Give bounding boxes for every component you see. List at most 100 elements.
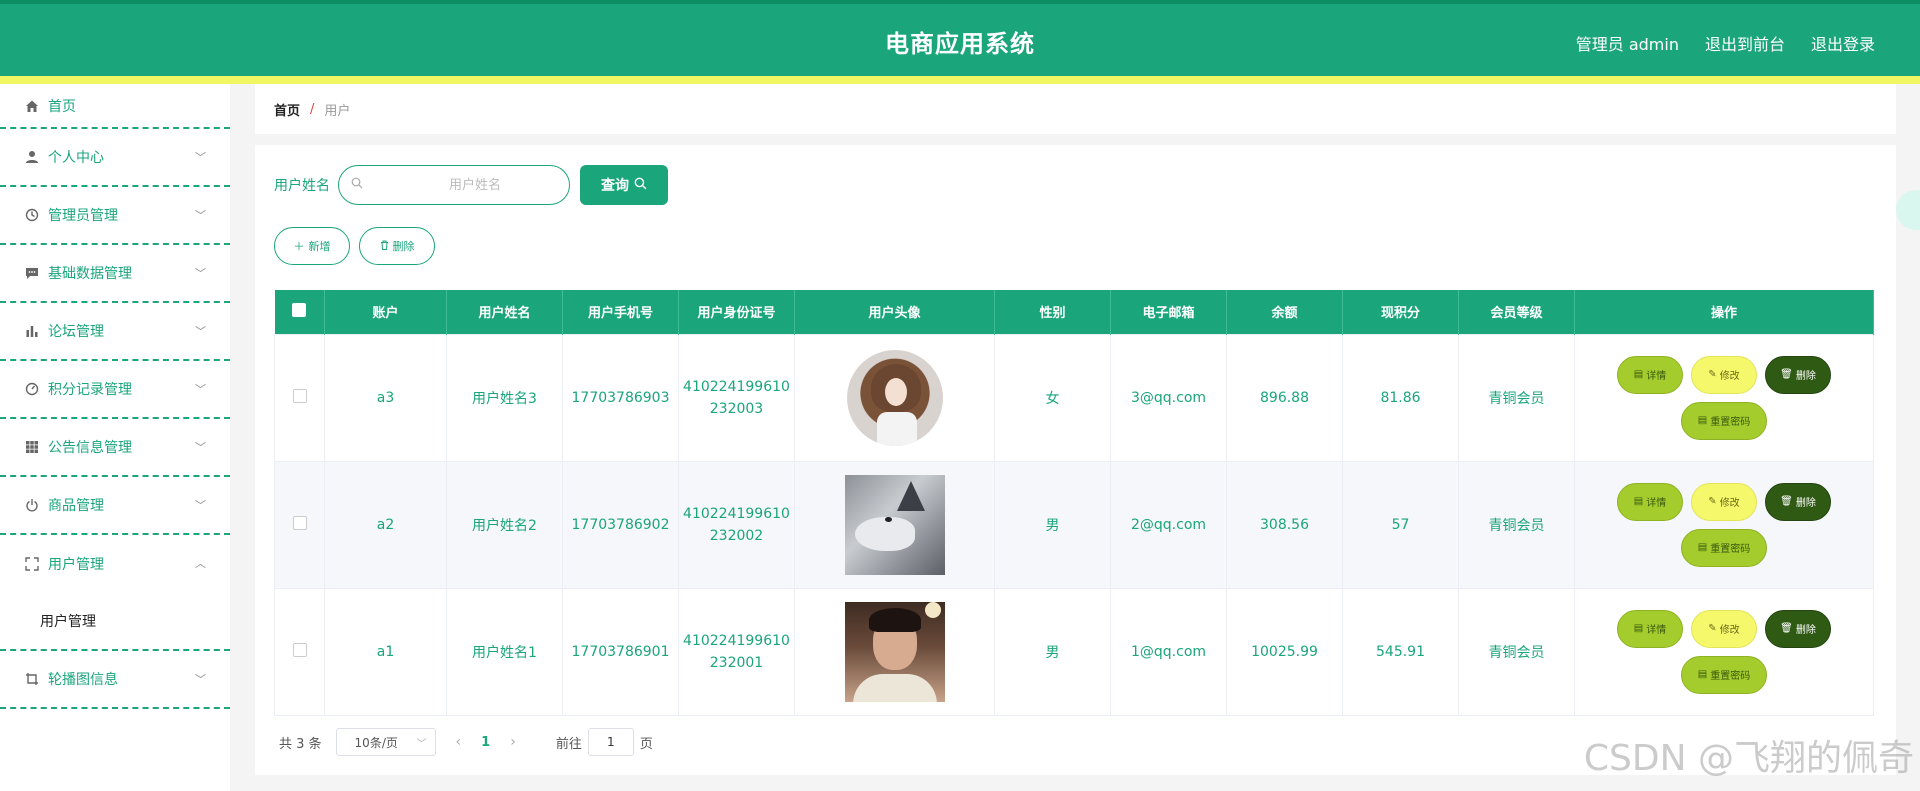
col-header: 会员等级 [1458, 290, 1575, 334]
search-icon [351, 177, 363, 193]
to-front-link[interactable]: 退出到前台 [1705, 31, 1785, 55]
id-line-1: 410224199610 [683, 632, 790, 649]
table-row: a1 用户姓名1 17703786901 410224199610 232001 … [274, 587, 1874, 716]
edit-button-label: 修改 [1719, 625, 1740, 636]
next-page-button[interactable]: › [510, 734, 516, 750]
cell-id-card: 410224199610 232003 [678, 333, 795, 462]
delete-button-label: 删除 [1795, 371, 1816, 382]
detail-button[interactable]: ▤ 详情 [1617, 482, 1683, 521]
page-number[interactable]: 1 [481, 735, 490, 750]
reset-password-button[interactable]: ▤ 重置密码 [1681, 528, 1767, 567]
table-row: a3 用户姓名3 17703786903 410224199610 232003 … [274, 333, 1874, 462]
bar-chart-icon [24, 323, 40, 339]
sidebar-item-label: 个人中心 [48, 150, 104, 166]
sidebar-item-basic-data[interactable]: 基础数据管理 ﹀ [0, 245, 230, 303]
trash-icon: 🗑 [1780, 496, 1793, 507]
doc-icon: ▤ [1697, 542, 1708, 553]
detail-button[interactable]: ▤ 详情 [1617, 609, 1683, 648]
sidebar-subitem-user-management[interactable]: 用户管理 [0, 593, 230, 651]
reset-password-button[interactable]: ▤ 重置密码 [1681, 655, 1767, 694]
sidebar-item-goods[interactable]: 商品管理 ﹀ [0, 477, 230, 535]
header-actions: 管理员 admin 退出到前台 退出登录 [1576, 31, 1875, 55]
trash-icon: 🗑 [1780, 623, 1793, 634]
sidebar-item-label: 论坛管理 [48, 324, 104, 340]
cell-ops: ▤ 详情 ✎ 修改 🗑 删除 ▤ 重置密码 [1574, 460, 1874, 589]
edit-button-label: 修改 [1719, 371, 1740, 382]
sidebar-item-label: 积分记录管理 [48, 382, 132, 398]
edit-button[interactable]: ✎ 修改 [1691, 482, 1757, 521]
search-label: 用户姓名 [274, 178, 330, 194]
doc-icon: ▤ [1633, 623, 1644, 634]
row-checkbox[interactable] [292, 388, 307, 403]
edit-button-label: 修改 [1719, 498, 1740, 509]
edit-button[interactable]: ✎ 修改 [1691, 355, 1757, 394]
detail-button-label: 详情 [1646, 371, 1667, 382]
pagination: 共 3 条 10条/页 ﹀ ‹ 1 › 前往 1 页 [279, 728, 653, 756]
delete-button[interactable]: 🗑 删除 [1765, 355, 1831, 394]
sidebar-item-personal-center[interactable]: 个人中心 ﹀ [0, 129, 230, 187]
table-header-row: 账户 用户姓名 用户手机号 用户身份证号 用户头像 性别 电子邮箱 余额 现积分… [274, 290, 1874, 334]
col-header: 用户手机号 [562, 290, 679, 334]
sidebar-item-home[interactable]: 首页 [0, 84, 230, 129]
col-header: 现积分 [1342, 290, 1459, 334]
avatar[interactable] [844, 601, 945, 702]
col-header: 用户身份证号 [678, 290, 795, 334]
chevron-down-icon: ﹀ [195, 267, 206, 280]
sidebar-item-admin-management[interactable]: 管理员管理 ﹀ [0, 187, 230, 245]
search-bar: 用户姓名 查询 [274, 165, 668, 205]
sidebar-item-forum[interactable]: 论坛管理 ﹀ [0, 303, 230, 361]
avatar[interactable] [844, 474, 945, 575]
sidebar-item-points-record[interactable]: 积分记录管理 ﹀ [0, 361, 230, 419]
id-line-2: 232001 [709, 654, 764, 671]
search-field [338, 165, 570, 205]
pencil-icon: ✎ [1708, 623, 1717, 634]
sidebar-item-user-management[interactable]: 用户管理 ︿ [0, 535, 230, 593]
detail-button-label: 详情 [1646, 498, 1667, 509]
cell-level: 青铜会员 [1458, 333, 1575, 462]
edit-button[interactable]: ✎ 修改 [1691, 609, 1757, 648]
doc-icon: ▤ [1697, 669, 1708, 680]
cell-points: 57 [1342, 460, 1459, 589]
sidebar-item-label: 首页 [48, 98, 76, 115]
cell-gender: 男 [994, 587, 1111, 716]
chevron-down-icon: ﹀ [195, 673, 206, 686]
cell-balance: 896.88 [1226, 333, 1343, 462]
goto-page-input[interactable]: 1 [587, 728, 634, 756]
query-button[interactable]: 查询 [580, 165, 668, 205]
breadcrumb-home[interactable]: 首页 [274, 100, 300, 119]
cell-email: 3@qq.com [1110, 333, 1227, 462]
select-all-checkbox[interactable] [292, 302, 307, 317]
sidebar-item-carousel[interactable]: 轮播图信息 ﹀ [0, 651, 230, 709]
delete-button[interactable]: 🗑 删除 [1765, 609, 1831, 648]
add-button[interactable]: ＋ 新增 [274, 227, 350, 265]
avatar[interactable] [846, 349, 943, 446]
cell-account: a2 [324, 460, 447, 589]
chevron-up-icon: ︿ [195, 557, 206, 570]
sidebar-item-label: 公告信息管理 [48, 440, 132, 456]
action-bar: ＋ 新增 删除 [274, 227, 435, 265]
batch-delete-button[interactable]: 删除 [359, 227, 435, 265]
sidebar-item-label: 管理员管理 [48, 208, 118, 224]
breadcrumb-separator: / [310, 101, 315, 117]
prev-page-button[interactable]: ‹ [456, 734, 462, 750]
doc-icon: ▤ [1633, 496, 1644, 507]
detail-button[interactable]: ▤ 详情 [1617, 355, 1683, 394]
row-checkbox[interactable] [292, 642, 307, 657]
cell-level: 青铜会员 [1458, 587, 1575, 716]
doc-icon: ▤ [1697, 415, 1708, 426]
logout-link[interactable]: 退出登录 [1811, 31, 1875, 55]
page-size-select[interactable]: 10条/页 ﹀ [335, 728, 436, 756]
sidebar-item-notice[interactable]: 公告信息管理 ﹀ [0, 419, 230, 477]
search-input[interactable] [339, 166, 569, 204]
delete-button[interactable]: 🗑 删除 [1765, 482, 1831, 521]
watermark: CSDN @飞翔的佩奇 [1583, 738, 1914, 779]
cell-gender: 男 [994, 460, 1111, 589]
floating-bubble[interactable] [1896, 190, 1920, 230]
row-checkbox[interactable] [292, 515, 307, 530]
reset-password-button[interactable]: ▤ 重置密码 [1681, 401, 1767, 440]
chevron-down-icon: ﹀ [195, 151, 206, 164]
row-select-cell [274, 587, 325, 716]
chevron-down-icon: ﹀ [195, 499, 206, 512]
chevron-down-icon: ﹀ [195, 441, 206, 454]
power-icon [24, 497, 40, 513]
